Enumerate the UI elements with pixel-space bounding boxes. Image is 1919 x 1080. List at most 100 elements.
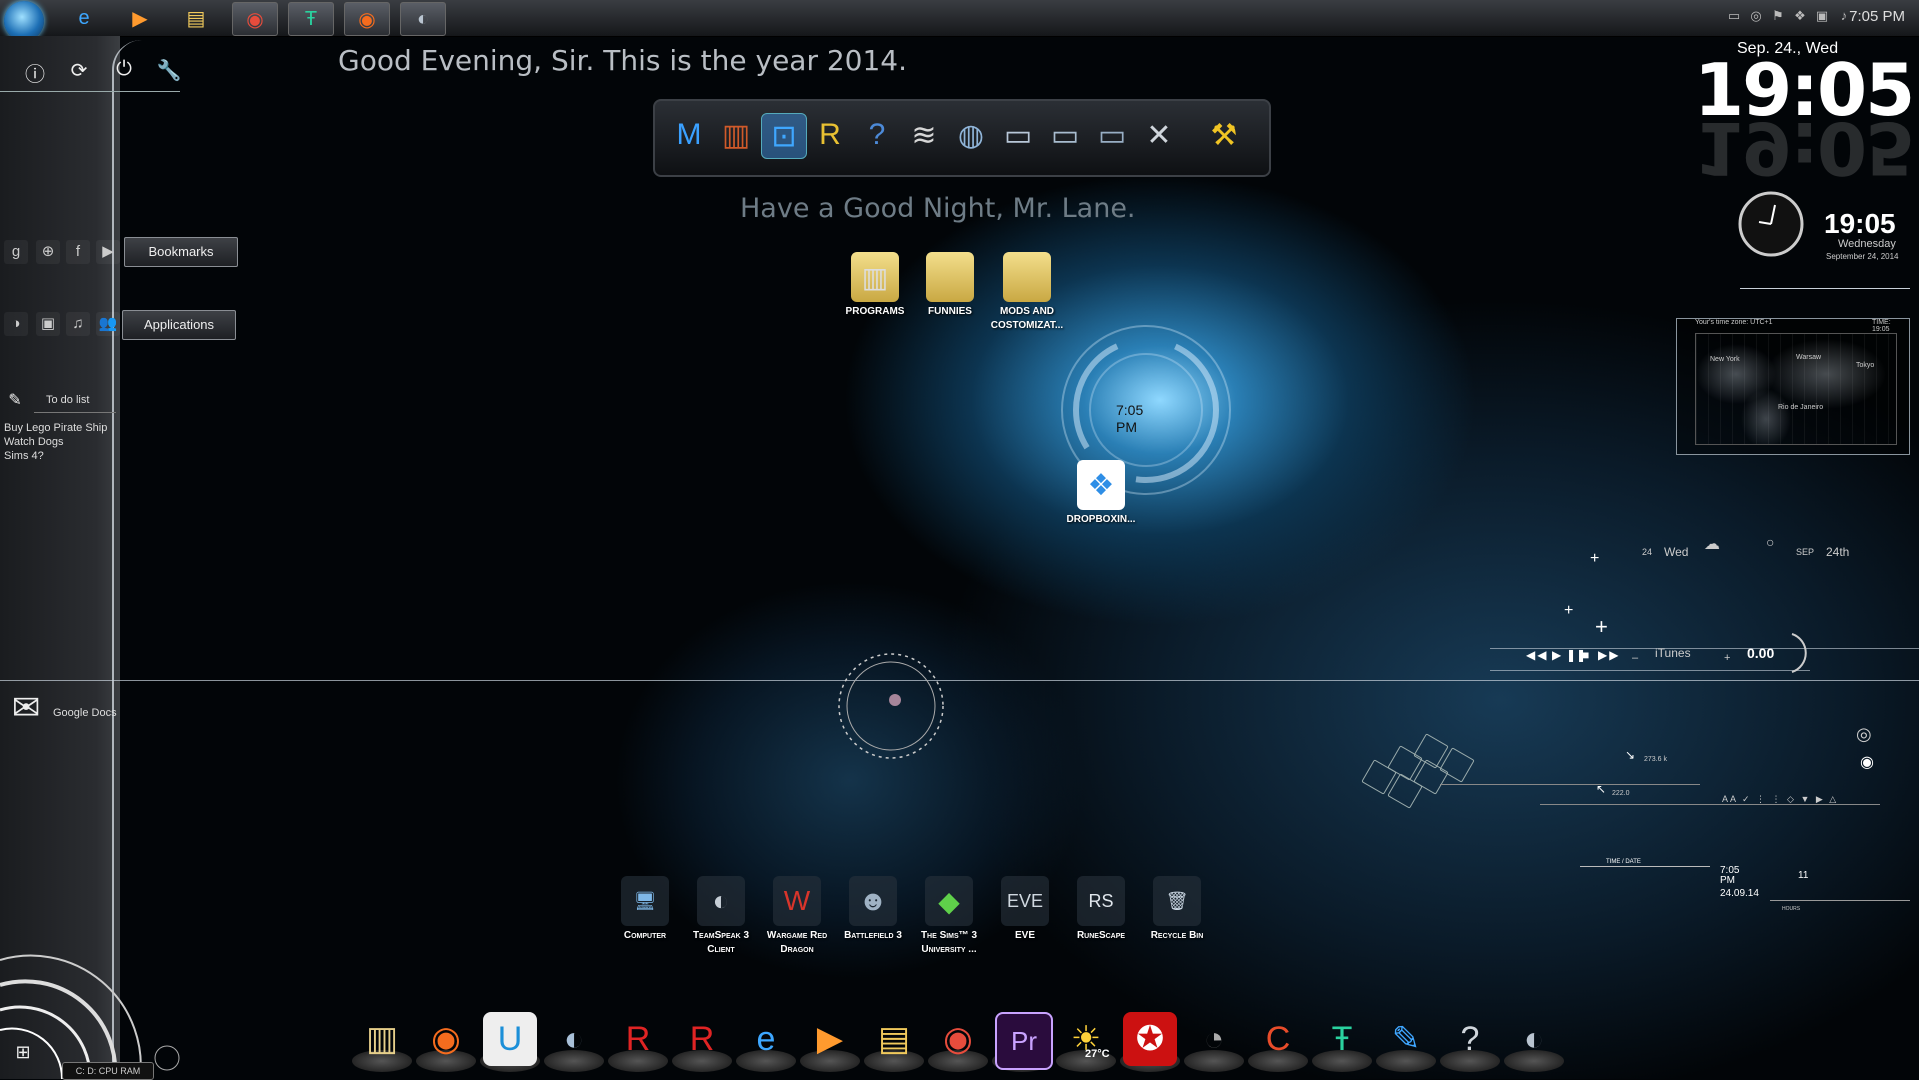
contacts-app-icon[interactable]: 👥 (96, 312, 120, 336)
shortcut-label: Wargame Red Dragon (766, 930, 828, 955)
dock-explorer-icon[interactable]: ▤ (867, 1012, 921, 1066)
dock-creative-cloud-icon[interactable]: ✪ (1123, 1012, 1177, 1066)
network-icon[interactable]: ▣ (1815, 9, 1829, 23)
chrome-icon: ◉ (246, 8, 264, 31)
play-button[interactable]: ▶ (1552, 648, 1561, 662)
dock-files-icon[interactable]: ▥ (355, 1012, 409, 1066)
picture-app-icon[interactable]: ▣ (36, 312, 60, 336)
volume-down-button[interactable]: – (1632, 652, 1638, 664)
windows-icon[interactable]: ⊞ (10, 1042, 36, 1063)
volume-up-button[interactable]: + (1724, 652, 1730, 664)
gmail-icon[interactable]: ✉ (6, 688, 46, 728)
folder-mods[interactable]: MODS AND COSTOMIZAT... (984, 252, 1070, 333)
dock-paint-icon[interactable]: ✎ (1379, 1012, 1433, 1066)
dock-uplay-icon[interactable]: U (483, 1012, 537, 1066)
shortcut-battlefield-3[interactable]: ☻ Battlefield 3 (832, 876, 914, 943)
dock-chrome-icon[interactable]: ◉ (931, 1012, 985, 1066)
file-explorer-icon: ▤ (186, 7, 206, 30)
dock-ccleaner-icon[interactable]: C (1251, 1012, 1305, 1066)
shortcut-label: The Sims™ 3 University ... (920, 930, 978, 955)
folder-1-icon[interactable]: ▭ (996, 113, 1040, 157)
taskbar-chrome-button[interactable]: ◉ (232, 2, 278, 36)
settings-ring-icon[interactable]: ◎ (1856, 724, 1872, 745)
power-icon[interactable]: ⏻ (111, 58, 137, 81)
folder-2-icon[interactable]: ▭ (1043, 113, 1087, 157)
itunes-label[interactable]: iTunes (1655, 646, 1691, 660)
malwarebytes-icon[interactable]: M (667, 113, 711, 157)
taskbar-internet-explorer-button[interactable]: e (62, 2, 106, 34)
settings-ring-icon-2[interactable]: ◉ (1860, 752, 1874, 772)
tools-icon[interactable]: ✕ (1137, 113, 1181, 157)
upload-arrow-icon: ↘ (1625, 748, 1636, 762)
previous-button[interactable]: ◀◀ (1526, 648, 1548, 662)
youtube-icon[interactable]: ▶ (96, 240, 120, 264)
folder-funnies[interactable]: FUNNIES (909, 252, 991, 319)
reddit-icon[interactable]: ⊕ (36, 240, 60, 264)
drive-icon[interactable]: ▭ (1727, 9, 1741, 23)
start-button[interactable] (4, 1, 44, 41)
media-player-icon: ▶ (132, 7, 148, 30)
world-map: New York Warsaw Tokyo Rio de Janeiro (1695, 333, 1897, 445)
folder-programs[interactable]: ▥ PROGRAMS (834, 252, 916, 319)
taskbar-steam-like-button[interactable]: ◐ (400, 2, 446, 36)
todo-item[interactable]: Sims 4? (4, 450, 44, 462)
analog-date: September 24, 2014 (1826, 252, 1899, 261)
bookmarks-button[interactable]: Bookmarks (124, 237, 238, 267)
taskbar-clock[interactable]: 7:05 PM (1849, 8, 1905, 25)
applications-button[interactable]: Applications (122, 310, 236, 340)
dock-steam-icon[interactable]: ◐ (547, 1012, 601, 1066)
todo-item[interactable]: Watch Dogs (4, 436, 64, 448)
dock-help-icon[interactable]: ? (1443, 1012, 1497, 1066)
taskbar-origin-button[interactable]: ◉ (344, 2, 390, 36)
pencil-icon[interactable]: ✎ (2, 390, 28, 410)
stop-button[interactable]: ■ (1582, 648, 1589, 662)
itunes-line (1490, 670, 1810, 671)
flag-icon[interactable]: ⚑ (1771, 9, 1785, 23)
rainmeter-r-icon[interactable]: R (808, 113, 852, 157)
shortcut-label: EVE (1014, 930, 1035, 941)
shortcut-eve[interactable]: EVE EVE (984, 876, 1066, 943)
dock-media-player-icon[interactable]: ▶ (803, 1012, 857, 1066)
music-app-icon[interactable]: ♫ (66, 312, 90, 336)
shortcut-teamspeak-3-client[interactable]: ◐ TeamSpeak 3 Client (680, 876, 762, 957)
media-controls-row[interactable]: AA ✓ ⋮ ⋮ ◇ ▼ ▶ △ (1722, 794, 1838, 805)
dock-teamspeak-red-icon[interactable]: Ŧ (1315, 1012, 1369, 1066)
help-icon[interactable]: ? (855, 113, 899, 157)
dock-origin-icon[interactable]: ◉ (419, 1012, 473, 1066)
dock-teamspeak-icon[interactable]: ◐ (1507, 1012, 1561, 1066)
dock-internet-explorer-icon[interactable]: e (739, 1012, 793, 1066)
next-button[interactable]: ▶▶ (1598, 648, 1620, 662)
hammer-icon[interactable]: ⚒ (1202, 113, 1246, 157)
steam-app-icon[interactable]: ◑ (4, 312, 28, 336)
layers-icon[interactable]: ≋ (902, 113, 946, 157)
globe-doc-icon[interactable]: ◍ (949, 113, 993, 157)
dock-cheat-engine-icon[interactable]: ◔ (1187, 1012, 1241, 1066)
refresh-icon[interactable]: ⟳ (66, 58, 92, 83)
taskbar-file-explorer-button[interactable]: ▤ (174, 2, 218, 34)
dropbox-tray-icon[interactable]: ❖ (1793, 9, 1807, 23)
info-icon[interactable]: ⓘ (22, 58, 48, 87)
toolbox-icon[interactable]: ⊡ (761, 113, 807, 159)
taskbar-teamspeak-red-button[interactable]: Ŧ (288, 2, 334, 36)
shortcut-recycle-bin[interactable]: 🗑 Recycle Bin (1136, 876, 1218, 943)
record-icon[interactable]: ◎ (1749, 9, 1763, 23)
dropbox-shortcut[interactable]: ❖ DROPBOXIN... (1060, 460, 1142, 527)
shortcut-the-sims-3-university-[interactable]: ◆ The Sims™ 3 University ... (908, 876, 990, 957)
dock-premiere-icon[interactable]: Pr (995, 1012, 1053, 1070)
shortcut-computer[interactable]: 🖥 Computer (604, 876, 686, 943)
wrench-icon[interactable]: 🔧 (156, 58, 182, 83)
facebook-icon[interactable]: f (66, 240, 90, 264)
dock-roblox-2-icon[interactable]: R (675, 1012, 729, 1066)
time-widget-hours: HOURS (1782, 906, 1801, 912)
google-docs-link[interactable]: Google Docs (53, 707, 117, 719)
shortcut-icon: RS (1077, 876, 1125, 926)
google-icon[interactable]: g (4, 240, 28, 264)
shortcut-runescape[interactable]: RS RuneScape (1060, 876, 1142, 943)
taskbar-media-player-button[interactable]: ▶ (118, 2, 162, 34)
shortcut-wargame-red-dragon[interactable]: W Wargame Red Dragon (756, 876, 838, 957)
folder-3-icon[interactable]: ▭ (1090, 113, 1134, 157)
todo-item[interactable]: Buy Lego Pirate Ship (4, 422, 107, 434)
todo-title[interactable]: To do list (46, 394, 89, 406)
dock-roblox-1-icon[interactable]: R (611, 1012, 665, 1066)
winrar-icon[interactable]: ▥ (714, 113, 758, 157)
